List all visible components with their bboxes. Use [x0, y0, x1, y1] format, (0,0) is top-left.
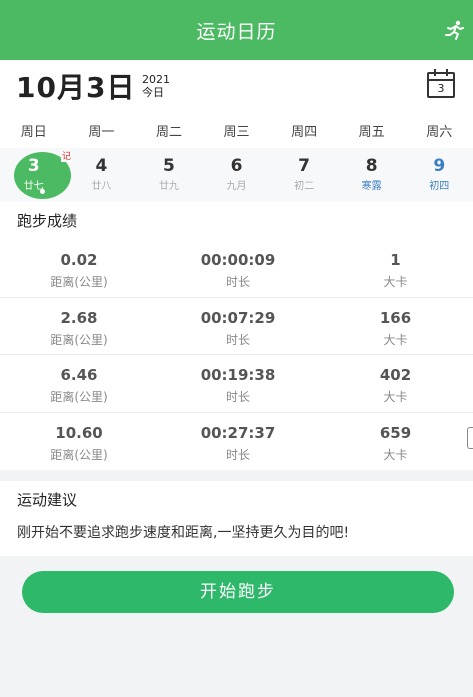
- distance-value: 0.02: [60, 251, 98, 269]
- lunar-date: 初二: [294, 181, 315, 192]
- distance-label: 距离(公里): [50, 447, 108, 462]
- result-row[interactable]: 0.02 距离(公里) 00:00:09 时长 1 大卡: [0, 240, 473, 298]
- advice-text: 刚开始不要追求跑步速度和距离,一坚持更久为目的吧!: [17, 525, 350, 541]
- day-cell[interactable]: 8 寒露: [338, 148, 406, 202]
- day-cell[interactable]: 4 廿八: [68, 148, 136, 202]
- calendar-icon-number: 3: [437, 82, 445, 95]
- side-drawer-handle[interactable]: [467, 426, 473, 449]
- day-number: 4: [95, 156, 108, 176]
- advice-title: 运动建议: [17, 491, 78, 509]
- results-title: 跑步成绩: [0, 202, 473, 240]
- calories-value: 659: [379, 423, 412, 442]
- duration-cell: 00:27:37 时长: [158, 413, 318, 471]
- weekday-header: 周日 周一 周二 周三 周四 周五 周六: [0, 112, 473, 148]
- calories-value: 402: [379, 366, 412, 384]
- current-date: 10月3日: [16, 71, 136, 104]
- results-list: 0.02 距离(公里) 00:00:09 时长 1 大卡 2.68 距离(公里)…: [0, 240, 473, 470]
- calories-label: 大卡: [383, 332, 408, 347]
- result-row[interactable]: 6.46 距离(公里) 00:19:38 时长 402 大卡: [0, 355, 473, 413]
- result-row[interactable]: 2.68 距离(公里) 00:07:29 时长 166 大卡: [0, 298, 473, 355]
- duration-value: 00:27:37: [200, 423, 276, 442]
- day-cell[interactable]: 6 九月: [203, 148, 271, 202]
- calories-cell: 166 大卡: [318, 298, 473, 355]
- calories-label: 大卡: [383, 275, 408, 289]
- weekday-label: 周四: [291, 124, 318, 140]
- lunar-date: 廿九: [158, 181, 179, 192]
- solar-term: 寒露: [361, 181, 382, 192]
- lunar-date: 初四: [429, 181, 450, 192]
- calories-cell: 1 大卡: [318, 240, 473, 297]
- duration-label: 时长: [225, 275, 250, 289]
- duration-label: 时长: [225, 390, 250, 404]
- weekday-label: 周六: [426, 124, 453, 140]
- distance-cell: 2.68 距离(公里): [0, 298, 158, 355]
- weekday-label: 周三: [223, 124, 250, 140]
- day-number: 9: [433, 156, 446, 176]
- distance-value: 10.60: [55, 423, 103, 442]
- duration-cell: 00:00:09 时长: [158, 240, 318, 297]
- distance-label: 距离(公里): [50, 332, 108, 347]
- day-cell-selected[interactable]: 3 廿七 记: [0, 148, 73, 202]
- start-running-button[interactable]: 开始跑步: [22, 571, 454, 613]
- header-bar: 运动日历: [0, 0, 473, 60]
- duration-value: 00:19:38: [200, 366, 276, 384]
- distance-cell: 10.60 距离(公里): [0, 413, 158, 471]
- weekday-label: 周日: [20, 124, 47, 140]
- distance-label: 距离(公里): [50, 390, 108, 404]
- calories-cell: 659 大卡: [318, 413, 473, 471]
- calories-cell: 402 大卡: [318, 355, 473, 412]
- duration-value: 00:07:29: [200, 308, 276, 327]
- day-cell[interactable]: 7 初二: [270, 148, 338, 202]
- duration-cell: 00:07:29 时长: [158, 298, 318, 355]
- calories-value: 1: [390, 251, 401, 269]
- today-label: 今日: [142, 86, 164, 99]
- weekday-label: 周一: [88, 124, 115, 140]
- day-number: 6: [230, 156, 243, 176]
- page-title: 运动日历: [196, 20, 277, 43]
- day-number: 3: [27, 156, 40, 176]
- app-root: 运动日历 10月3日 2021 今日 3 周日 周一 周二 周三 周四 周五 周…: [0, 0, 473, 697]
- duration-cell: 00:19:38 时长: [158, 355, 318, 412]
- runner-icon[interactable]: [443, 20, 465, 42]
- weekday-label: 周二: [155, 124, 182, 140]
- duration-label: 时长: [225, 332, 250, 347]
- calories-label: 大卡: [383, 390, 408, 404]
- result-row[interactable]: 10.60 距离(公里) 00:27:37 时长 659 大卡: [0, 413, 473, 471]
- week-days-row: 3 廿七 记 4 廿八 5 廿九 6 九月 7 初二 8 寒露 9 初四: [0, 148, 473, 202]
- year-today: 2021 今日: [142, 73, 170, 99]
- lunar-date: 廿八: [91, 181, 112, 192]
- calendar-icon[interactable]: 3: [427, 69, 455, 98]
- day-number: 7: [298, 156, 311, 176]
- duration-label: 时长: [225, 447, 250, 462]
- lunar-date: 廿七: [23, 181, 44, 192]
- weekday-label: 周五: [358, 124, 385, 140]
- year-label: 2021: [142, 73, 170, 86]
- distance-cell: 0.02 距离(公里): [0, 240, 158, 297]
- day-cell[interactable]: 5 廿九: [135, 148, 203, 202]
- distance-value: 6.46: [60, 366, 98, 384]
- calendar-bar: [429, 79, 453, 81]
- date-header: 10月3日 2021 今日 3: [0, 60, 473, 112]
- distance-value: 2.68: [60, 308, 98, 327]
- day-number: 5: [163, 156, 175, 176]
- lunar-date: 九月: [226, 181, 247, 192]
- calories-label: 大卡: [383, 447, 408, 462]
- record-dot: [40, 189, 45, 194]
- day-cell[interactable]: 9 初四: [405, 148, 473, 202]
- distance-label: 距离(公里): [50, 275, 108, 289]
- calories-value: 166: [379, 308, 412, 327]
- duration-value: 00:00:09: [200, 251, 276, 269]
- distance-cell: 6.46 距离(公里): [0, 355, 158, 412]
- advice-card: 运动建议 刚开始不要追求跑步速度和距离,一坚持更久为目的吧!: [0, 481, 473, 556]
- day-number: 8: [365, 156, 378, 176]
